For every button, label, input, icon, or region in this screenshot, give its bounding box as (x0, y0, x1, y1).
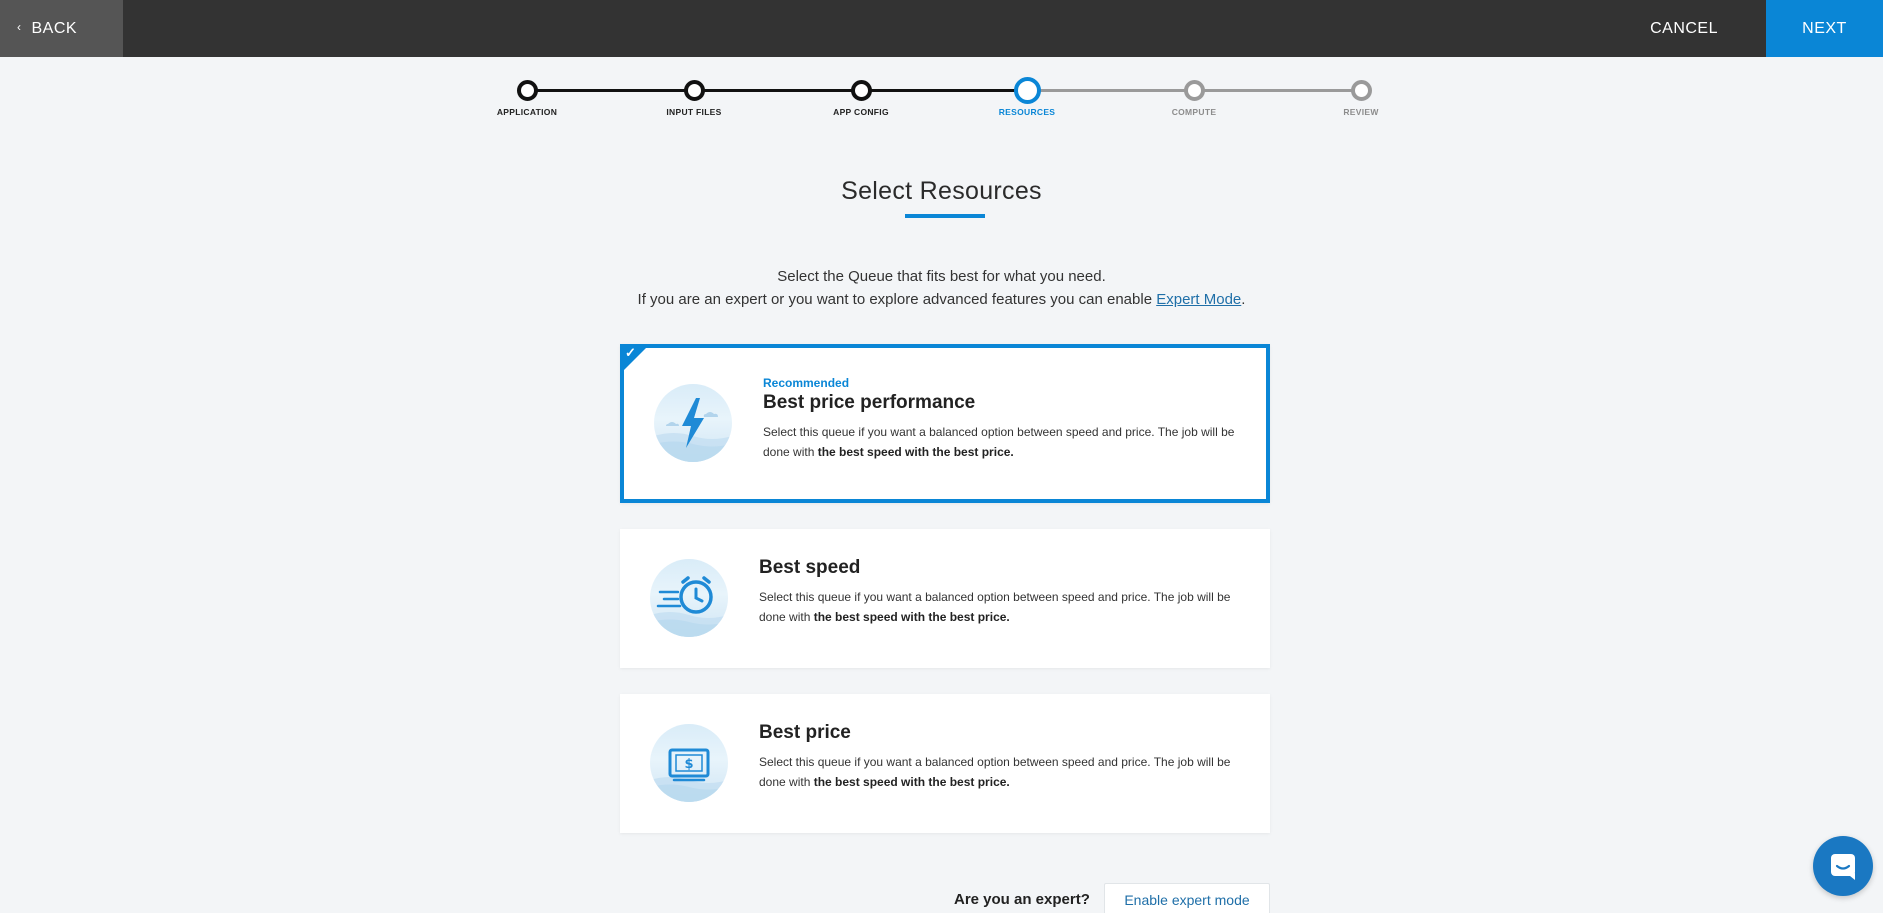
step-dot (516, 80, 538, 101)
step-dot (850, 80, 872, 101)
step-label: APP CONFIG (833, 107, 889, 117)
step-dot (1013, 77, 1041, 104)
chat-launcher-button[interactable] (1813, 836, 1873, 896)
dollar-bill-icon: $ (650, 724, 728, 802)
svg-text:$: $ (684, 757, 693, 772)
queue-card-text: Recommended Best price performance Selec… (763, 376, 1236, 462)
step-label: REVIEW (1343, 107, 1379, 117)
chat-icon (1831, 854, 1855, 880)
queue-title: Best price (759, 722, 851, 743)
expert-question: Are you an expert? (954, 891, 1090, 908)
queue-description-bold: the best speed with the best price. (813, 610, 1010, 624)
step-label: RESOURCES (998, 107, 1056, 117)
step-dot (683, 80, 705, 101)
lightning-icon (654, 384, 732, 462)
step-input-files[interactable]: INPUT FILES (634, 80, 754, 117)
wizard-stepper: APPLICATION INPUT FILES APP CONFIG RESOU… (497, 77, 1378, 124)
intro-line-1: Select the Queue that fits best for what… (777, 268, 1106, 285)
intro-line-2-suffix: . (1241, 291, 1246, 308)
queue-card-best-price[interactable]: $ Best price Select this queue if you wa… (620, 694, 1270, 833)
step-label: INPUT FILES (666, 107, 722, 117)
back-button[interactable]: ‹ BACK (0, 0, 123, 57)
step-compute[interactable]: COMPUTE (1134, 80, 1254, 117)
intro-line-2: If you are an expert or you want to expl… (0, 288, 1883, 311)
title-underline (905, 214, 985, 218)
back-button-label: BACK (31, 19, 78, 37)
top-bar: ‹ BACK CANCEL NEXT (0, 0, 1883, 57)
queue-card-text: Best speed Select this queue if you want… (759, 557, 1240, 627)
queue-description: Select this queue if you want a balanced… (759, 587, 1240, 627)
next-button[interactable]: NEXT (1766, 0, 1883, 57)
stepper-progress-line (527, 89, 1027, 92)
queue-description: Select this queue if you want a balanced… (759, 752, 1240, 792)
step-label: COMPUTE (1171, 107, 1217, 117)
queue-title: Best speed (759, 557, 861, 578)
intro-text: Select the Queue that fits best for what… (0, 265, 1883, 311)
page-title: Select Resources (841, 177, 1042, 205)
fast-clock-icon (650, 559, 728, 637)
queue-card-best-speed[interactable]: Best speed Select this queue if you want… (620, 529, 1270, 668)
step-application[interactable]: APPLICATION (467, 80, 587, 117)
step-app-config[interactable]: APP CONFIG (801, 80, 921, 117)
step-review[interactable]: REVIEW (1301, 80, 1421, 117)
step-resources[interactable]: RESOURCES (967, 77, 1087, 117)
chevron-left-icon: ‹ (17, 19, 22, 34)
step-label: APPLICATION (496, 107, 558, 117)
enable-expert-mode-button[interactable]: Enable expert mode (1104, 883, 1270, 913)
recommended-badge: Recommended (763, 376, 850, 390)
intro-line-2-prefix: If you are an expert or you want to expl… (637, 291, 1157, 308)
checkmark-icon: ✓ (625, 345, 636, 360)
expert-mode-link[interactable]: Expert Mode (1156, 291, 1241, 308)
queue-card-best-price-performance[interactable]: ✓ Recommended Best price performance Sel… (620, 344, 1270, 503)
step-dot (1183, 80, 1205, 101)
cancel-button[interactable]: CANCEL (1622, 0, 1746, 57)
queue-description: Select this queue if you want a balanced… (763, 422, 1236, 462)
queue-description-bold: the best speed with the best price. (813, 775, 1010, 789)
queue-title: Best price performance (763, 392, 976, 413)
queue-description-bold: the best speed with the best price. (817, 445, 1014, 459)
step-dot (1350, 80, 1372, 101)
queue-card-text: Best price Select this queue if you want… (759, 722, 1240, 792)
